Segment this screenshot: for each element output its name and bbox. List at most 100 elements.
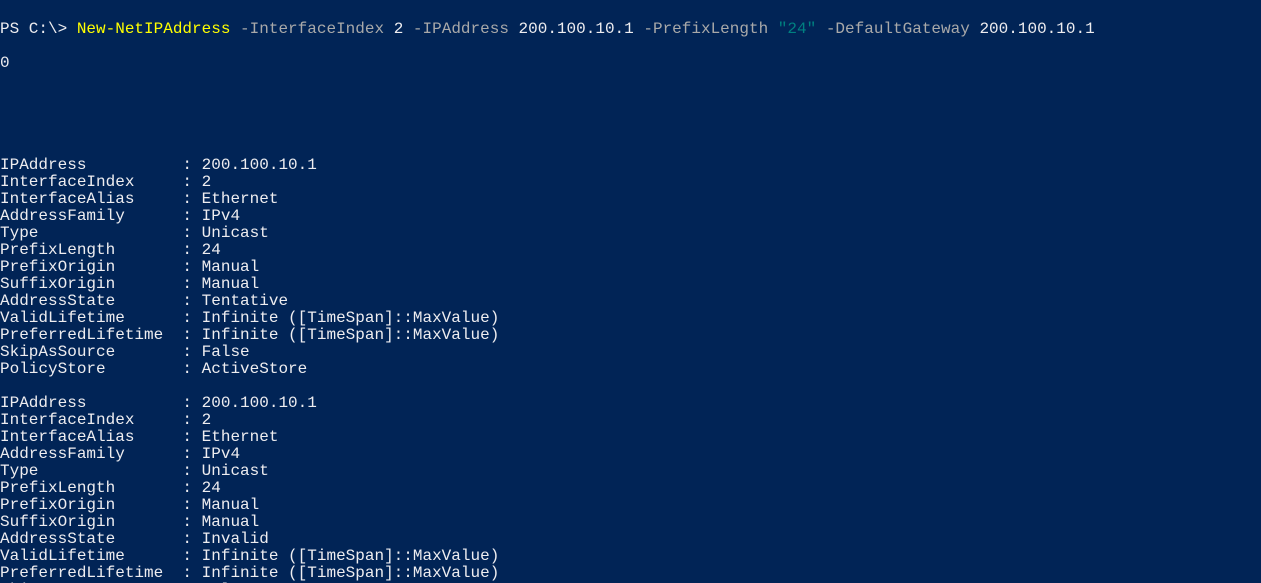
property-separator: : <box>173 207 202 225</box>
property-name: IPAddress <box>0 394 173 412</box>
cmdlet-name: New-NetIPAddress <box>77 20 231 38</box>
property-value: IPv4 <box>202 445 240 463</box>
property-name: InterfaceAlias <box>0 190 173 208</box>
param-ipaddress-value: 200.100.10.1 <box>519 20 634 38</box>
property-name: SuffixOrigin <box>0 513 173 531</box>
output-property-row: PrefixOrigin : Manual <box>0 259 1261 276</box>
property-name: AddressState <box>0 530 173 548</box>
property-separator: : <box>173 411 202 429</box>
property-separator: : <box>173 326 202 344</box>
blank-line <box>0 123 1261 140</box>
property-value: Infinite ([TimeSpan]::MaxValue) <box>202 326 500 344</box>
output-property-row: PrefixLength : 24 <box>0 480 1261 497</box>
output-property-row: ValidLifetime : Infinite ([TimeSpan]::Ma… <box>0 548 1261 565</box>
property-value: 200.100.10.1 <box>202 394 317 412</box>
output-property-row: AddressState : Tentative <box>0 293 1261 310</box>
property-separator: : <box>173 258 202 276</box>
output-property-row: PreferredLifetime : Infinite ([TimeSpan]… <box>0 565 1261 582</box>
property-name: SkipAsSource <box>0 343 173 361</box>
property-value: Invalid <box>202 530 269 548</box>
param-defaultgateway-value-2: 0 <box>0 54 10 72</box>
property-value: Unicast <box>202 462 269 480</box>
output-property-row: Type : Unicast <box>0 463 1261 480</box>
output-property-row: PrefixLength : 24 <box>0 242 1261 259</box>
property-value: ActiveStore <box>202 360 308 378</box>
command-line-2: 0 <box>0 55 1261 72</box>
param-defaultgateway: -DefaultGateway <box>826 20 970 38</box>
property-value: False <box>202 343 250 361</box>
param-ipaddress: -IPAddress <box>413 20 509 38</box>
property-separator: : <box>173 275 202 293</box>
property-value: 2 <box>202 173 212 191</box>
param-interfaceindex: -InterfaceIndex <box>240 20 384 38</box>
property-separator: : <box>173 547 202 565</box>
property-separator: : <box>173 360 202 378</box>
property-separator: : <box>173 241 202 259</box>
output-property-row: InterfaceAlias : Ethernet <box>0 429 1261 446</box>
param-defaultgateway-value-1: 200.100.10.1 <box>979 20 1094 38</box>
param-prefixlength: -PrefixLength <box>643 20 768 38</box>
property-separator: : <box>173 479 202 497</box>
property-value: Infinite ([TimeSpan]::MaxValue) <box>202 564 500 582</box>
param-prefixlength-value: "24" <box>778 20 816 38</box>
property-name: Type <box>0 224 173 242</box>
property-name: AddressFamily <box>0 207 173 225</box>
property-separator: : <box>173 428 202 446</box>
property-separator: : <box>173 445 202 463</box>
property-value: Ethernet <box>202 428 279 446</box>
property-name: InterfaceIndex <box>0 411 173 429</box>
command-line-1: PS C:\> New-NetIPAddress -InterfaceIndex… <box>0 21 1261 38</box>
property-separator: : <box>173 513 202 531</box>
output-property-row: Type : Unicast <box>0 225 1261 242</box>
output-property-row: InterfaceIndex : 2 <box>0 412 1261 429</box>
property-name: PreferredLifetime <box>0 326 173 344</box>
property-value: Infinite ([TimeSpan]::MaxValue) <box>202 547 500 565</box>
property-name: PolicyStore <box>0 360 173 378</box>
output-property-row: ValidLifetime : Infinite ([TimeSpan]::Ma… <box>0 310 1261 327</box>
property-name: ValidLifetime <box>0 309 173 327</box>
property-value: Manual <box>202 275 260 293</box>
property-name: AddressState <box>0 292 173 310</box>
property-separator: : <box>173 190 202 208</box>
property-name: PrefixLength <box>0 479 173 497</box>
output-property-row: IPAddress : 200.100.10.1 <box>0 395 1261 412</box>
property-separator: : <box>173 462 202 480</box>
property-name: PreferredLifetime <box>0 564 173 582</box>
powershell-terminal[interactable]: PS C:\> New-NetIPAddress -InterfaceIndex… <box>0 0 1261 583</box>
property-separator: : <box>173 292 202 310</box>
property-value: Manual <box>202 513 260 531</box>
property-separator: : <box>173 564 202 582</box>
property-separator: : <box>173 156 202 174</box>
property-value: Unicast <box>202 224 269 242</box>
property-name: IPAddress <box>0 156 173 174</box>
output-property-row: InterfaceIndex : 2 <box>0 174 1261 191</box>
property-value: Tentative <box>202 292 288 310</box>
property-separator: : <box>173 496 202 514</box>
output-property-row: AddressState : Invalid <box>0 531 1261 548</box>
property-value: 24 <box>202 241 221 259</box>
property-value: 24 <box>202 479 221 497</box>
property-value: 2 <box>202 411 212 429</box>
output-property-row: IPAddress : 200.100.10.1 <box>0 157 1261 174</box>
property-value: IPv4 <box>202 207 240 225</box>
output-property-row: InterfaceAlias : Ethernet <box>0 191 1261 208</box>
output-property-row: PolicyStore : ActiveStore <box>0 361 1261 378</box>
property-name: Type <box>0 462 173 480</box>
output-property-row: AddressFamily : IPv4 <box>0 446 1261 463</box>
output-property-row: SuffixOrigin : Manual <box>0 514 1261 531</box>
prompt: PS C:\> <box>0 20 77 38</box>
property-separator: : <box>173 530 202 548</box>
output-property-row: AddressFamily : IPv4 <box>0 208 1261 225</box>
output-property-row: SkipAsSource : False <box>0 344 1261 361</box>
property-separator: : <box>173 343 202 361</box>
property-name: ValidLifetime <box>0 547 173 565</box>
property-separator: : <box>173 309 202 327</box>
property-value: 200.100.10.1 <box>202 156 317 174</box>
property-name: InterfaceIndex <box>0 173 173 191</box>
property-name: AddressFamily <box>0 445 173 463</box>
blank-line <box>0 89 1261 106</box>
command-output: IPAddress : 200.100.10.1InterfaceIndex :… <box>0 157 1261 583</box>
property-value: Manual <box>202 258 260 276</box>
property-value: Infinite ([TimeSpan]::MaxValue) <box>202 309 500 327</box>
property-separator: : <box>173 224 202 242</box>
